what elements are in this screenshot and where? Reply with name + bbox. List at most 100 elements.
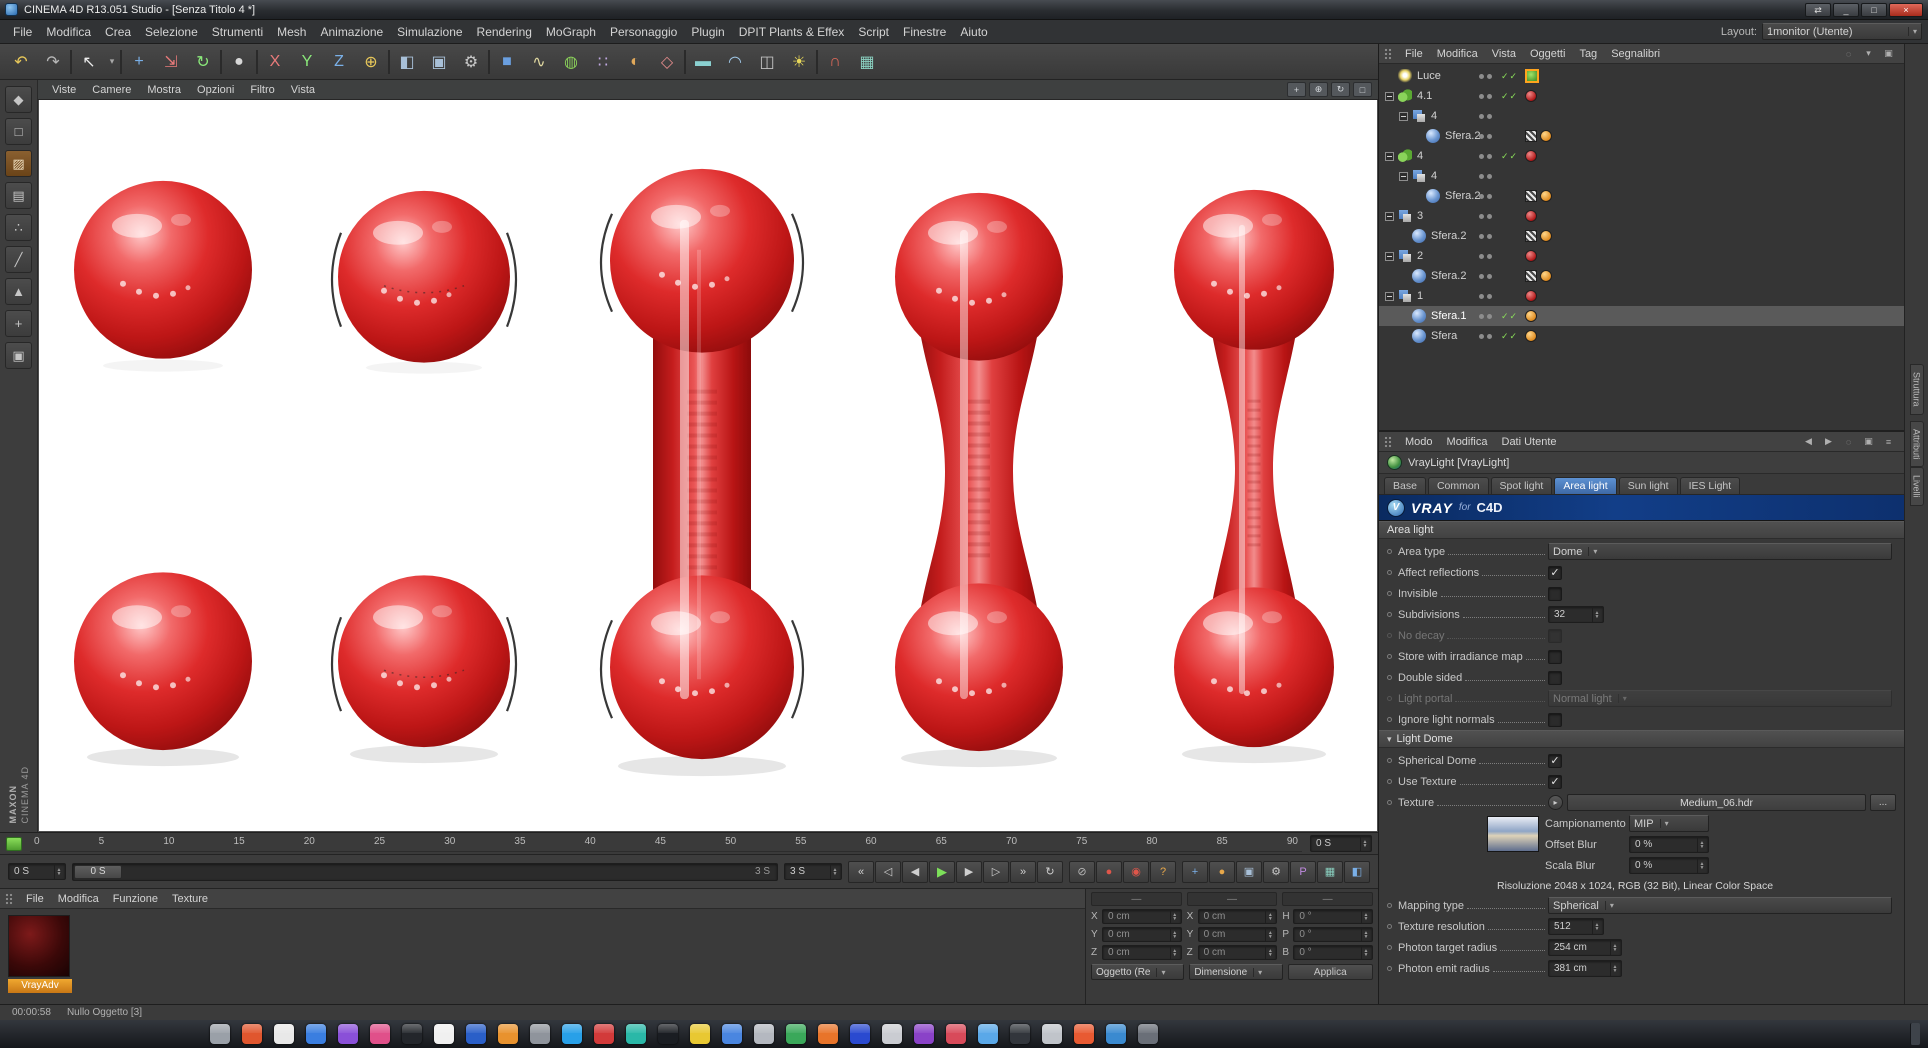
maximize-view-icon[interactable]: □ bbox=[1353, 82, 1372, 97]
visibility-dots[interactable] bbox=[1479, 193, 1492, 199]
coords-header-dropdown[interactable]: — bbox=[1282, 892, 1374, 906]
rotation-field[interactable]: 0 ° bbox=[1293, 909, 1374, 924]
taskbar-app-icon[interactable] bbox=[594, 1024, 614, 1044]
enable-checkmarks[interactable]: ✓✓ bbox=[1501, 331, 1518, 342]
object-menu-item[interactable]: Vista bbox=[1485, 46, 1523, 62]
position-field[interactable]: 0 cm bbox=[1102, 927, 1182, 942]
tag-icon[interactable] bbox=[1540, 130, 1552, 142]
taskbar-app-icon[interactable] bbox=[1010, 1024, 1030, 1044]
photon-target-field[interactable]: 254 cm bbox=[1548, 939, 1622, 956]
viewport-menu-item[interactable]: Filtro bbox=[242, 82, 282, 98]
taskbar-app-icon[interactable] bbox=[498, 1024, 518, 1044]
menu-item[interactable]: Rendering bbox=[470, 22, 539, 42]
taskbar-app-icon[interactable] bbox=[1074, 1024, 1094, 1044]
size-field[interactable]: 0 cm bbox=[1197, 909, 1278, 924]
sound-icon[interactable]: ⊘ bbox=[1069, 860, 1095, 883]
coords-mode-dropdown[interactable]: Oggetto (Re bbox=[1091, 964, 1185, 980]
team-render-icon[interactable]: P bbox=[1290, 860, 1316, 883]
rotate-icon[interactable]: ↻ bbox=[188, 47, 218, 77]
object-row[interactable]: 2 bbox=[1379, 246, 1904, 266]
visibility-dots[interactable] bbox=[1479, 133, 1492, 139]
double-sided-checkbox[interactable] bbox=[1548, 670, 1562, 685]
offset-blur-field[interactable]: 0 % bbox=[1629, 836, 1709, 853]
object-menu-item[interactable]: File bbox=[1398, 46, 1430, 62]
tag-icon[interactable] bbox=[1525, 130, 1537, 142]
menu-item[interactable]: File bbox=[6, 22, 39, 42]
texture-filename-field[interactable]: Medium_06.hdr bbox=[1567, 794, 1866, 811]
taskbar-app-icon[interactable] bbox=[466, 1024, 486, 1044]
object-row[interactable]: Luce ✓✓ bbox=[1379, 66, 1904, 86]
minimize-button[interactable]: _ bbox=[1833, 2, 1859, 17]
taskbar-app-icon[interactable] bbox=[690, 1024, 710, 1044]
picture-viewer-icon[interactable]: ▣ bbox=[1236, 860, 1262, 883]
axis-mode-icon[interactable]: + bbox=[5, 310, 32, 337]
viewport-canvas[interactable] bbox=[38, 100, 1378, 832]
size-field[interactable]: 0 cm bbox=[1197, 945, 1278, 960]
search-icon[interactable]: ◌ bbox=[1841, 435, 1856, 449]
tag-icon[interactable] bbox=[1525, 69, 1539, 83]
taskbar-app-icon[interactable] bbox=[754, 1024, 774, 1044]
layout-dropdown[interactable]: 1monitor (Utente) bbox=[1762, 23, 1922, 40]
viewport-menu-item[interactable]: Viste bbox=[44, 82, 84, 98]
expand-toggle[interactable] bbox=[1399, 111, 1408, 121]
light-icon[interactable]: ☀ bbox=[784, 47, 814, 77]
material-menu-item[interactable]: Funzione bbox=[106, 891, 165, 907]
rotation-field[interactable]: 0 ° bbox=[1293, 945, 1374, 960]
floor-icon[interactable]: ▬ bbox=[688, 47, 718, 77]
visibility-dots[interactable] bbox=[1479, 333, 1492, 339]
object-row[interactable]: Sfera ✓✓ bbox=[1379, 326, 1904, 346]
material-menu-item[interactable]: Texture bbox=[165, 891, 215, 907]
enable-checkmarks[interactable]: ✓✓ bbox=[1501, 311, 1518, 322]
lock-x-icon[interactable]: X bbox=[260, 47, 290, 77]
viewport-menu-item[interactable]: Vista bbox=[283, 82, 323, 98]
taskbar-app-icon[interactable] bbox=[946, 1024, 966, 1044]
maximize-button[interactable]: □ bbox=[1861, 2, 1887, 17]
expand-toggle[interactable] bbox=[1385, 151, 1394, 161]
light-portal-dropdown[interactable]: Normal light bbox=[1548, 690, 1892, 707]
polygons-mode-icon[interactable]: ▲ bbox=[5, 278, 32, 305]
menu-item[interactable]: Personaggio bbox=[603, 22, 684, 42]
object-row[interactable]: 4 bbox=[1379, 106, 1904, 126]
menu-item[interactable]: Mesh bbox=[270, 22, 313, 42]
subdivision-surface-icon[interactable]: ◍ bbox=[556, 47, 586, 77]
range-slider-handle[interactable]: 0 S bbox=[74, 864, 122, 879]
menu-item[interactable]: Selezione bbox=[138, 22, 205, 42]
tag-icon[interactable] bbox=[1525, 150, 1537, 162]
tag-icon[interactable] bbox=[1525, 290, 1537, 302]
taskbar-app-icon[interactable] bbox=[914, 1024, 934, 1044]
expand-toggle[interactable] bbox=[1385, 291, 1394, 301]
render-settings-icon[interactable]: ⚙ bbox=[1263, 860, 1289, 883]
object-row[interactable]: 4.1 ✓✓ bbox=[1379, 86, 1904, 106]
taskbar-app-icon[interactable] bbox=[370, 1024, 390, 1044]
size-field[interactable]: 0 cm bbox=[1197, 927, 1278, 942]
taskbar-app-icon[interactable] bbox=[530, 1024, 550, 1044]
affect-reflections-checkbox[interactable]: ✓ bbox=[1548, 565, 1562, 580]
material-name[interactable]: VrayAdv bbox=[8, 979, 72, 993]
viewport-menu-item[interactable]: Camere bbox=[84, 82, 139, 98]
expand-toggle[interactable] bbox=[1413, 132, 1422, 141]
panel-menu-icon[interactable]: ≡ bbox=[1881, 435, 1896, 449]
redo-icon[interactable]: ↷ bbox=[38, 47, 68, 77]
expand-toggle[interactable] bbox=[1385, 251, 1394, 261]
undo-icon[interactable]: ↶ bbox=[6, 47, 36, 77]
prev-frame-icon[interactable]: ◀ bbox=[902, 860, 928, 883]
tag-icon[interactable] bbox=[1525, 250, 1537, 262]
object-row[interactable]: Sfera.2 bbox=[1379, 266, 1904, 286]
sky-icon[interactable]: ◠ bbox=[720, 47, 750, 77]
next-key-icon[interactable]: ▷ bbox=[983, 860, 1009, 883]
menu-item[interactable]: MoGraph bbox=[539, 22, 603, 42]
object-row[interactable]: Sfera.2 bbox=[1379, 126, 1904, 146]
search-icon[interactable]: ◌ bbox=[1841, 47, 1856, 61]
ignore-normals-checkbox[interactable] bbox=[1548, 712, 1562, 727]
taskbar-app-icon[interactable] bbox=[626, 1024, 646, 1044]
taskbar-app-icon[interactable] bbox=[1106, 1024, 1126, 1044]
texture-preview-thumbnail[interactable] bbox=[1487, 816, 1539, 852]
object-menu-item[interactable]: Tag bbox=[1572, 46, 1604, 62]
no-decay-checkbox[interactable] bbox=[1548, 628, 1562, 643]
attribute-tab[interactable]: Common bbox=[1427, 477, 1489, 494]
tag-icon[interactable] bbox=[1525, 230, 1537, 242]
attribute-tab[interactable]: Base bbox=[1384, 477, 1426, 494]
sampling-dropdown[interactable]: MIP bbox=[1629, 815, 1709, 832]
tag-icon[interactable] bbox=[1525, 90, 1537, 102]
play-icon[interactable]: ▶ bbox=[929, 860, 955, 883]
